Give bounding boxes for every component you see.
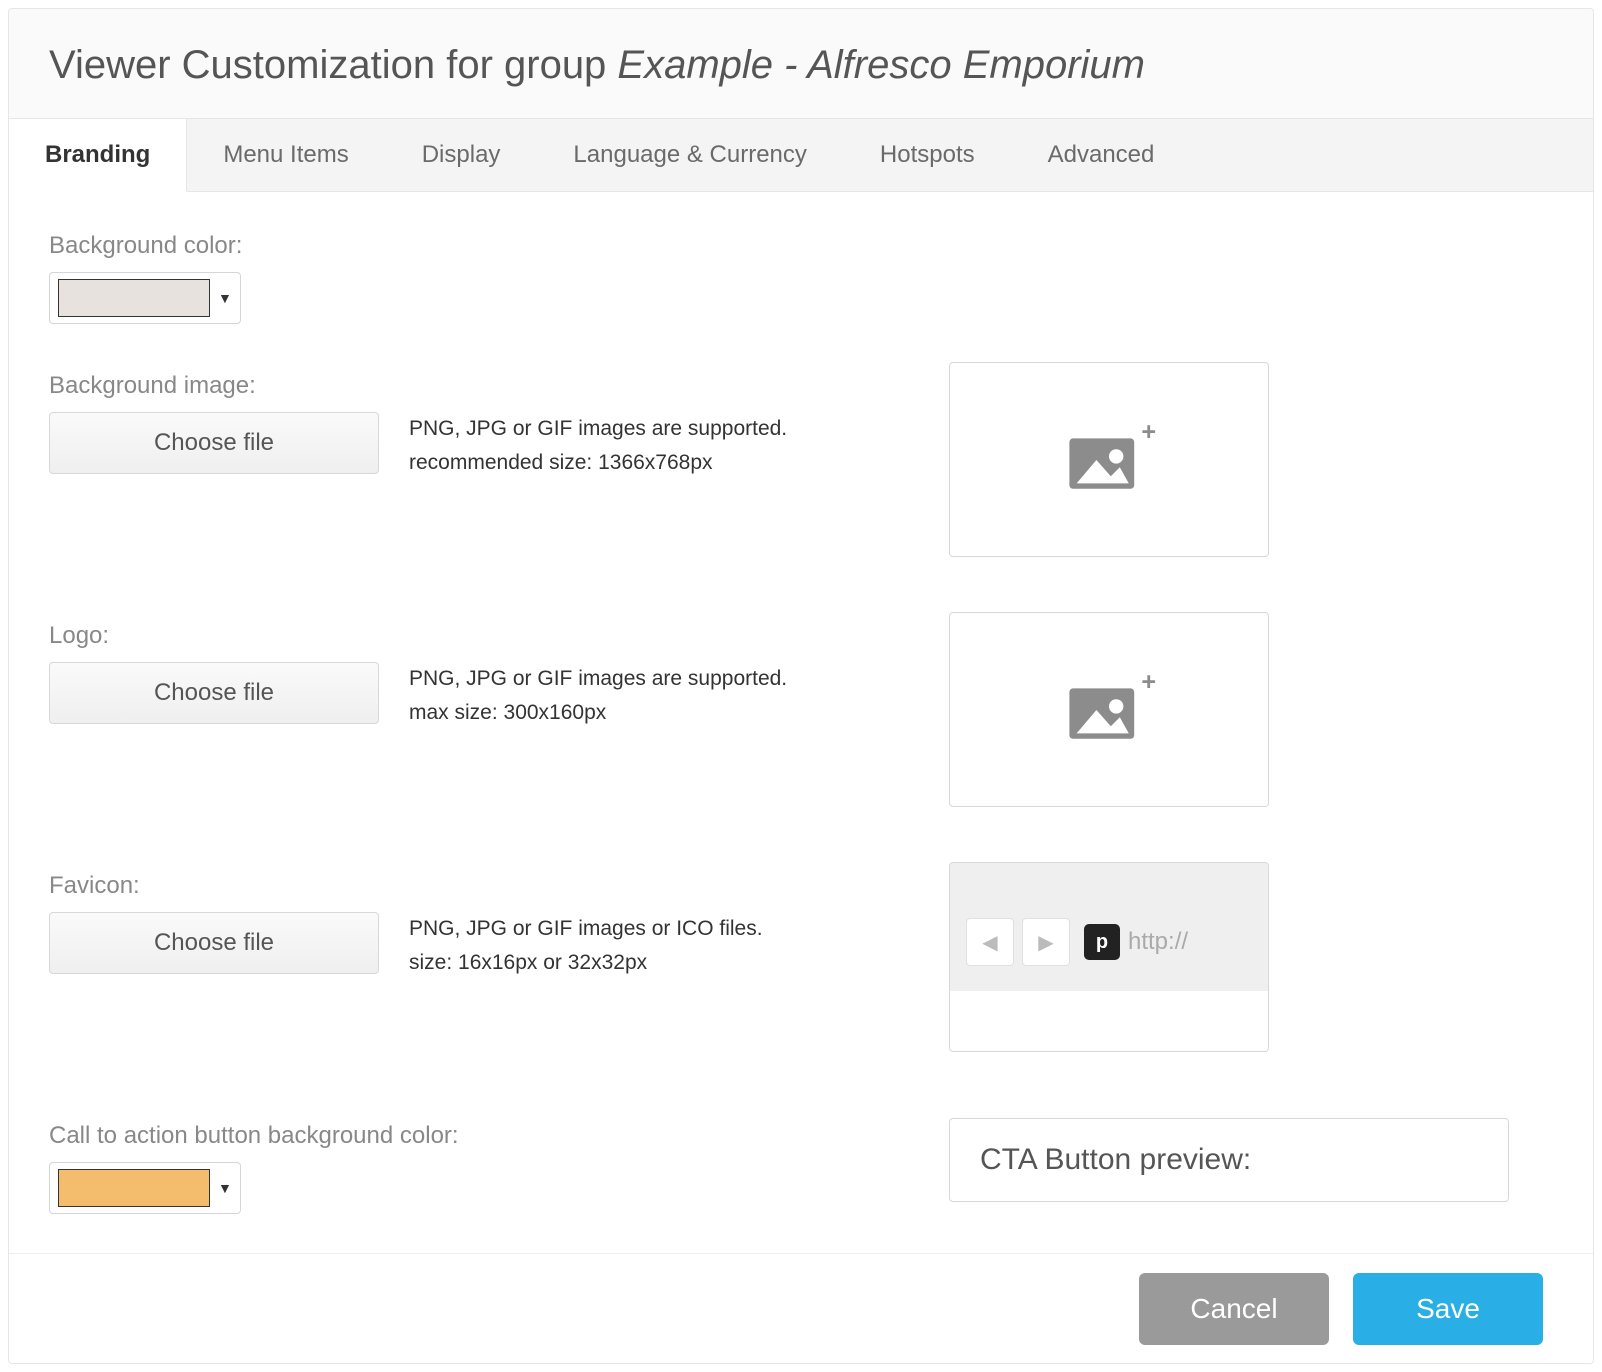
favicon-label: Favicon: (49, 872, 1553, 900)
favicon-preview: ◀ ▶ p http:// (949, 862, 1269, 1052)
cta-color-field: Call to action button background color: … (49, 1122, 1553, 1214)
background-image-field: Background image: Choose file PNG, JPG o… (49, 372, 1553, 582)
favicon-choose-file-button[interactable]: Choose file (49, 912, 379, 974)
background-image-label: Background image: (49, 372, 1553, 400)
favicon-sample-icon: p (1084, 924, 1120, 960)
cancel-button[interactable]: Cancel (1139, 1273, 1329, 1345)
page-title: Viewer Customization for group Example -… (49, 43, 1553, 88)
background-color-field: Background color: ▼ (49, 232, 1553, 324)
tab-language-currency[interactable]: Language & Currency (537, 119, 843, 191)
logo-preview[interactable]: + (949, 612, 1269, 807)
favicon-hint: PNG, JPG or GIF images or ICO files. siz… (409, 912, 763, 979)
group-name: Example - Alfresco Emporium (617, 43, 1145, 87)
cta-color-swatch (58, 1169, 210, 1207)
footer-actions: Cancel Save (9, 1253, 1593, 1363)
tab-bar: Branding Menu Items Display Language & C… (9, 119, 1593, 192)
chevron-down-icon: ▼ (218, 1180, 232, 1196)
image-placeholder-icon: + (1061, 424, 1157, 496)
browser-forward-icon: ▶ (1022, 918, 1070, 966)
logo-label: Logo: (49, 622, 1553, 650)
logo-field: Logo: Choose file PNG, JPG or GIF images… (49, 622, 1553, 832)
tab-content: Background color: ▼ Background image: Ch… (9, 192, 1593, 1214)
settings-panel: Viewer Customization for group Example -… (8, 8, 1594, 1364)
background-color-label: Background color: (49, 232, 1553, 260)
tab-hotspots[interactable]: Hotspots (844, 119, 1012, 191)
cta-color-picker[interactable]: ▼ (49, 1162, 241, 1214)
cta-preview-title: CTA Button preview: (980, 1143, 1478, 1177)
browser-back-icon: ◀ (966, 918, 1014, 966)
chevron-down-icon: ▼ (218, 290, 232, 306)
cta-color-label: Call to action button background color: (49, 1122, 459, 1150)
background-image-preview[interactable]: + (949, 362, 1269, 557)
svg-text:+: + (1141, 674, 1156, 696)
favicon-browser-bar: ◀ ▶ p http:// (950, 863, 1268, 991)
tab-advanced[interactable]: Advanced (1012, 119, 1192, 191)
title-prefix: Viewer Customization for group (49, 43, 617, 87)
browser-url-text: http:// (1128, 928, 1188, 956)
tab-menu-items[interactable]: Menu Items (187, 119, 385, 191)
save-button[interactable]: Save (1353, 1273, 1543, 1345)
tab-branding[interactable]: Branding (9, 119, 187, 192)
logo-hint: PNG, JPG or GIF images are supported. ma… (409, 662, 787, 729)
tab-display[interactable]: Display (386, 119, 538, 191)
favicon-field: Favicon: Choose file PNG, JPG or GIF ima… (49, 872, 1553, 1082)
svg-text:+: + (1141, 424, 1156, 446)
background-image-hint: PNG, JPG or GIF images are supported. re… (409, 412, 787, 479)
image-placeholder-icon: + (1061, 674, 1157, 746)
cta-preview-box: CTA Button preview: (949, 1118, 1509, 1202)
background-color-picker[interactable]: ▼ (49, 272, 241, 324)
background-image-choose-file-button[interactable]: Choose file (49, 412, 379, 474)
background-color-swatch (58, 279, 210, 317)
browser-address-bar: p http:// (1078, 918, 1252, 966)
logo-choose-file-button[interactable]: Choose file (49, 662, 379, 724)
panel-header: Viewer Customization for group Example -… (9, 9, 1593, 119)
